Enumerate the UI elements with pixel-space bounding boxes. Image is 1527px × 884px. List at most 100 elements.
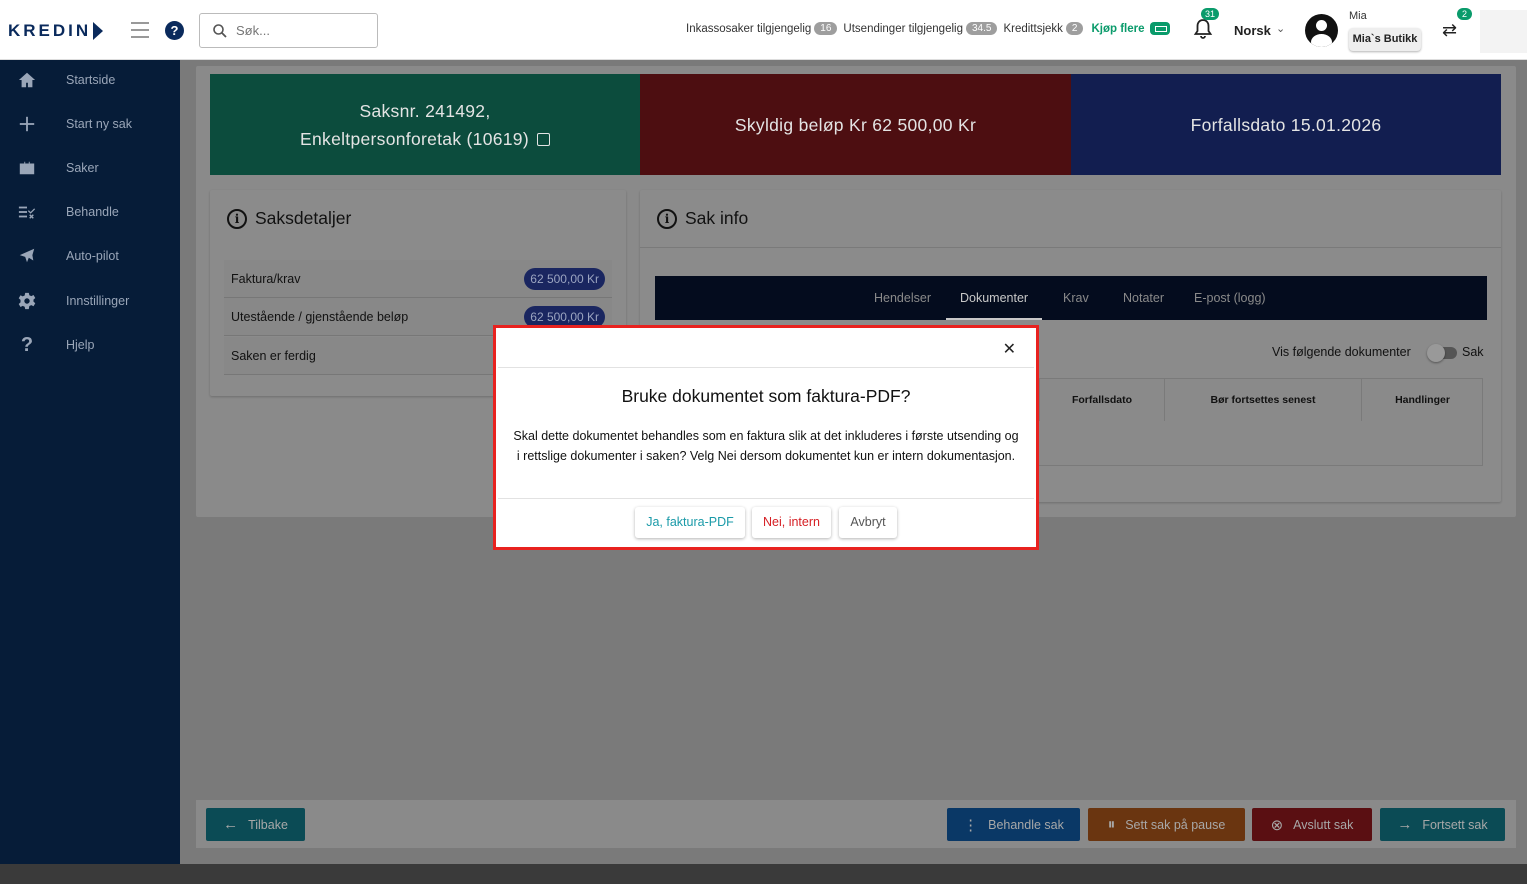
more-vertical-icon: ⋮ xyxy=(963,816,979,834)
tab-notater[interactable]: Notater xyxy=(1123,276,1164,320)
stats-bar: Inkassosaker tilgjengelig 16 Utsendinger… xyxy=(686,22,1170,35)
due-date: Forfallsdato 15.01.2026 xyxy=(1190,114,1382,135)
search-input[interactable] xyxy=(236,23,366,38)
user-name: Mia xyxy=(1349,10,1367,22)
search-box xyxy=(199,13,378,48)
kredin-logo[interactable]: KREDIN xyxy=(8,20,104,42)
amount-badge: 62 500,00 Kr xyxy=(524,268,605,290)
sidebar-item-hjelp[interactable]: ? Hjelp xyxy=(0,327,180,363)
process-case-button[interactable]: ⋮ Behandle sak xyxy=(947,808,1080,841)
edit-icon[interactable] xyxy=(536,132,550,146)
sidebar-item-startside[interactable]: Startside xyxy=(0,62,180,98)
dialog-message: Skal dette dokumentet behandles som en f… xyxy=(513,429,1019,463)
sidebar-item-innstillinger[interactable]: Innstillinger xyxy=(0,283,180,319)
stat-badge-inkasso: 16 xyxy=(814,22,838,35)
no-internal-button[interactable]: Nei, intern xyxy=(752,507,831,538)
dialog-footer-divider xyxy=(498,498,1034,499)
stat-label-inkasso: Inkassosaker tilgjengelig xyxy=(686,22,812,35)
dialog-header: ✕ xyxy=(498,330,1034,368)
tab-dokumenter[interactable]: Dokumenter xyxy=(946,276,1043,320)
close-label: Avslutt sak xyxy=(1293,817,1354,832)
bell-icon[interactable] xyxy=(1193,18,1213,40)
sidebar-item-behandle[interactable]: Behandle xyxy=(0,194,180,230)
detail-label: Saken er ferdig xyxy=(231,348,316,363)
detail-label: Faktura/krav xyxy=(231,271,301,286)
logo-arrow-icon xyxy=(93,22,104,40)
cancel-button[interactable]: Avbryt xyxy=(839,507,897,538)
case-details-title: i Saksdetaljer xyxy=(227,208,351,229)
chevron-down-icon[interactable]: ⌄ xyxy=(1276,22,1285,35)
home-icon xyxy=(17,70,37,90)
info-icon: i xyxy=(227,208,247,229)
arrow-right-icon: → xyxy=(1397,816,1413,833)
toggle-label: Vis følgende dokumenter xyxy=(1272,345,1411,359)
sidebar-item-label: Startside xyxy=(66,73,116,87)
detail-label: Utestående / gjenstående beløp xyxy=(231,309,409,324)
language-select[interactable]: Norsk xyxy=(1234,23,1271,38)
debt-tile: Skyldig beløp Kr 62 500,00 Kr xyxy=(640,74,1071,175)
buy-more-link[interactable]: Kjøp flere xyxy=(1091,23,1144,35)
briefcase-icon xyxy=(17,158,37,178)
sidebar-item-label: Start ny sak xyxy=(66,117,132,131)
top-bar: KREDIN ? Inkassosaker tilgjengelig 16 Ut… xyxy=(0,0,1527,60)
pause-label: Sett sak på pause xyxy=(1125,817,1226,832)
column-handlinger[interactable]: Handlinger xyxy=(1361,379,1483,421)
case-number-tile: Saksnr. 241492, Enkeltpersonforetak (106… xyxy=(210,74,640,175)
company-name: Enkeltpersonforetak (10619) xyxy=(300,128,529,149)
tab-hendelser[interactable]: Hendelser xyxy=(874,276,931,320)
shop-button[interactable]: Mia`s Butikk xyxy=(1349,28,1421,51)
case-info-heading: Sak info xyxy=(685,208,749,228)
document-filter-toggle[interactable] xyxy=(1427,344,1457,362)
sidebar-item-label: Behandle xyxy=(66,205,119,219)
stat-label-kredittsjekk: Kredittsjekk xyxy=(1003,22,1063,35)
continue-case-button[interactable]: → Fortsett sak xyxy=(1380,808,1505,841)
stat-badge-kredittsjekk: 2 xyxy=(1065,22,1084,35)
debt-amount: Skyldig beløp Kr 62 500,00 Kr xyxy=(734,114,977,135)
sidebar-item-start-ny-sak[interactable]: Start ny sak xyxy=(0,106,180,142)
help-icon[interactable]: ? xyxy=(165,21,184,40)
pause-icon: ⏸ xyxy=(1107,816,1116,833)
stat-label-utsendinger: Utsendinger tilgjengelig xyxy=(843,22,963,35)
invoice-pdf-dialog-highlight: ✕ Bruke dokumentet som faktura-PDF? Skal… xyxy=(493,325,1039,550)
search-icon xyxy=(213,23,227,38)
column-forfallsdato[interactable]: Forfallsdato xyxy=(1039,379,1164,421)
question-icon: ? xyxy=(20,333,34,356)
avatar[interactable] xyxy=(1305,14,1338,47)
close-icon[interactable]: ✕ xyxy=(1003,339,1016,359)
switch-count-badge: 2 xyxy=(1457,8,1473,20)
gear-icon xyxy=(17,291,37,311)
yes-invoice-pdf-button[interactable]: Ja, faktura-PDF xyxy=(635,507,745,538)
case-details-heading: Saksdetaljer xyxy=(255,208,352,228)
notification-count-badge: 31 xyxy=(1201,8,1220,20)
credit-card-icon[interactable] xyxy=(1149,22,1170,35)
back-button[interactable]: ← Tilbake xyxy=(206,808,305,841)
tab-krav[interactable]: Krav xyxy=(1063,276,1089,320)
airplane-icon xyxy=(17,246,37,266)
sidebar-item-label: Innstillinger xyxy=(66,294,130,308)
cancel-circle-icon: ⊗ xyxy=(1270,816,1284,834)
continue-label: Fortsett sak xyxy=(1422,817,1488,832)
sidebar-item-auto-pilot[interactable]: Auto-pilot xyxy=(0,238,180,274)
process-label: Behandle sak xyxy=(988,817,1064,832)
sidebar-item-saker[interactable]: Saker xyxy=(0,150,180,186)
swap-arrows-icon[interactable]: ⇄ xyxy=(1442,20,1457,41)
due-date-tile: Forfallsdato 15.01.2026 xyxy=(1071,74,1501,175)
sidebar-item-label: Saker xyxy=(66,161,99,175)
case-info-tabs: Hendelser Dokumenter Krav Notater E-post… xyxy=(655,276,1487,320)
menu-icon[interactable] xyxy=(131,22,149,38)
stat-badge-utsendinger: 34.5 xyxy=(965,22,998,35)
tab-epost-logg[interactable]: E-post (logg) xyxy=(1194,276,1266,320)
toggle-right-label: Sak xyxy=(1462,345,1484,359)
sidebar-item-label: Auto-pilot xyxy=(66,249,119,263)
sidebar: Startside Start ny sak Saker Behandle Au… xyxy=(0,60,180,864)
close-case-button[interactable]: ⊗ Avslutt sak xyxy=(1252,808,1372,841)
case-info-title: i Sak info xyxy=(657,208,748,229)
column-bor-fortsettes[interactable]: Bør fortsettes senest xyxy=(1164,379,1361,421)
invoice-pdf-dialog: ✕ Bruke dokumentet som faktura-PDF? Skal… xyxy=(498,330,1034,545)
corner-panel xyxy=(1480,10,1527,53)
action-bar: ← Tilbake ⋮ Behandle sak ⏸ Sett sak på paus… xyxy=(196,800,1516,848)
divider xyxy=(640,247,1501,248)
pause-case-button[interactable]: ⏸ Sett sak på pause xyxy=(1088,808,1245,841)
checklist-icon xyxy=(17,202,37,222)
info-icon: i xyxy=(657,208,677,229)
